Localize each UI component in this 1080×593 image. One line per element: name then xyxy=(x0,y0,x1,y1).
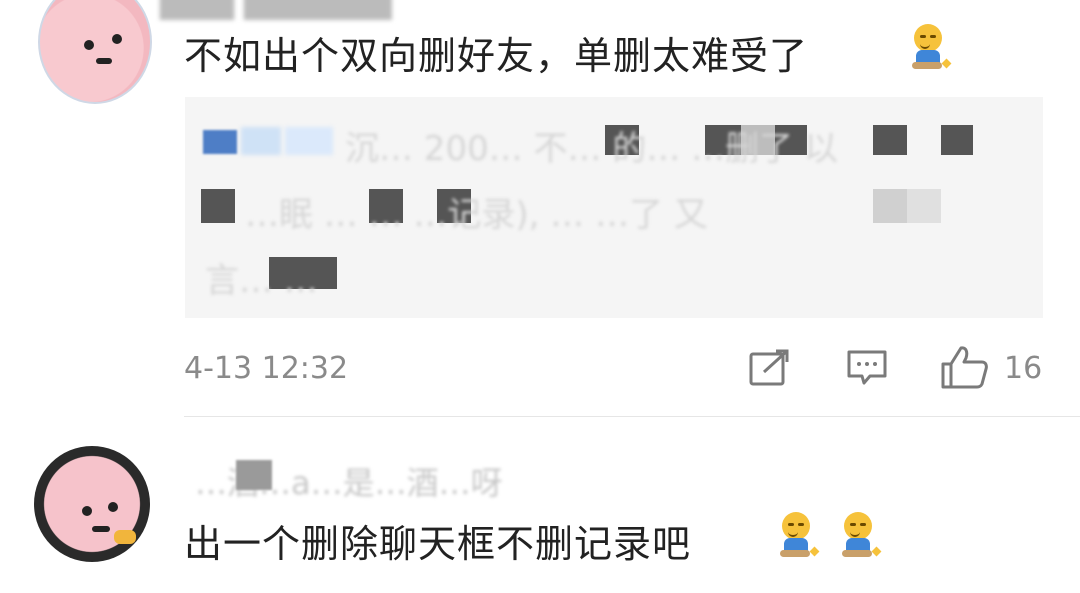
smirk-sitting-emoji xyxy=(908,24,952,70)
comment-icon[interactable] xyxy=(846,348,888,388)
avatar-eye xyxy=(108,502,118,512)
blurred-block xyxy=(201,189,235,223)
avatar-mouth xyxy=(92,526,110,532)
avatar-eye xyxy=(112,34,122,44)
quote-line-2: …眠 … … …记录), … …了 又 xyxy=(245,195,708,235)
like-icon[interactable] xyxy=(940,344,990,390)
blurred-block xyxy=(941,125,973,155)
smirk-sitting-emoji xyxy=(838,512,882,558)
blurred-block xyxy=(236,460,272,490)
comment-divider xyxy=(184,416,1080,417)
blurred-block xyxy=(285,127,333,155)
blurred-block xyxy=(907,189,941,223)
avatar-eye xyxy=(84,40,94,50)
blurred-block xyxy=(203,130,237,154)
avatar-badge xyxy=(114,530,136,544)
quote-line-1: 沉… 200… 不… 的… …删了 以 xyxy=(345,129,838,169)
blurred-block xyxy=(873,189,907,223)
like-count: 16 xyxy=(1004,351,1043,386)
quote-line-3: 言… … xyxy=(205,261,318,301)
share-icon[interactable] xyxy=(748,348,790,388)
comment1-timestamp: 4-13 12:32 xyxy=(184,351,349,386)
quoted-content-box[interactable]: 沉… 200… 不… 的… …删了 以 …眠 … … …记录), … …了 又 … xyxy=(185,97,1043,318)
comment2-text: 出一个删除聊天框不删记录吧 xyxy=(184,522,692,566)
blurred-block xyxy=(241,127,281,155)
blurred-block xyxy=(873,125,907,155)
comment1-avatar[interactable] xyxy=(38,0,152,104)
comment1-text: 不如出个双向删好友，单删太难受了 xyxy=(184,34,809,78)
comment1-username[interactable]: ▇▇▇ ▇▇▇▇▇▇ xyxy=(160,0,392,20)
comment2-avatar[interactable] xyxy=(34,446,150,562)
smirk-sitting-emoji xyxy=(776,512,820,558)
avatar-mouth xyxy=(96,58,112,64)
avatar-eye xyxy=(82,506,92,516)
